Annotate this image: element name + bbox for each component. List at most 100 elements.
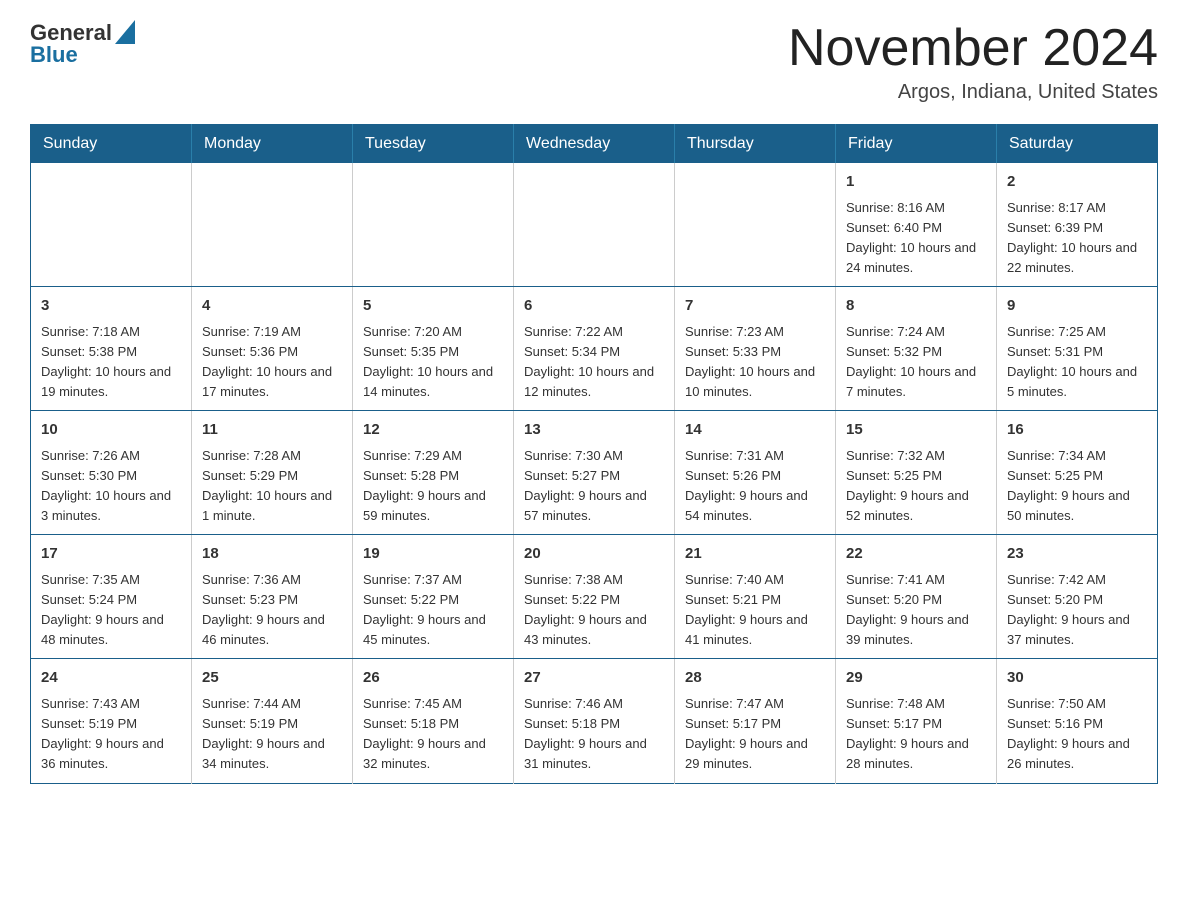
day-info: Sunrise: 7:19 AM Sunset: 5:36 PM Dayligh… bbox=[202, 322, 342, 403]
day-number: 9 bbox=[1007, 295, 1147, 318]
calendar-cell-w4-d2: 18 Sunrise: 7:36 AM Sunset: 5:23 PM Dayli… bbox=[192, 535, 353, 659]
day-number: 25 bbox=[202, 667, 342, 690]
calendar-cell-w2-d3: 5 Sunrise: 7:20 AM Sunset: 5:35 PM Daylig… bbox=[353, 287, 514, 411]
day-info: Sunrise: 7:31 AM Sunset: 5:26 PM Dayligh… bbox=[685, 446, 825, 527]
calendar-cell-w4-d7: 23 Sunrise: 7:42 AM Sunset: 5:20 PM Dayli… bbox=[997, 535, 1158, 659]
calendar-cell-w2-d7: 9 Sunrise: 7:25 AM Sunset: 5:31 PM Daylig… bbox=[997, 287, 1158, 411]
calendar-cell-w1-d7: 2 Sunrise: 8:17 AM Sunset: 6:39 PM Daylig… bbox=[997, 163, 1158, 287]
day-number: 30 bbox=[1007, 667, 1147, 690]
calendar-cell-w5-d2: 25 Sunrise: 7:44 AM Sunset: 5:19 PM Dayli… bbox=[192, 659, 353, 783]
day-info: Sunrise: 7:46 AM Sunset: 5:18 PM Dayligh… bbox=[524, 694, 664, 775]
day-number: 10 bbox=[41, 419, 181, 442]
day-info: Sunrise: 7:29 AM Sunset: 5:28 PM Dayligh… bbox=[363, 446, 503, 527]
day-number: 27 bbox=[524, 667, 664, 690]
calendar-week-1: 1 Sunrise: 8:16 AM Sunset: 6:40 PM Daylig… bbox=[31, 163, 1158, 287]
day-number: 12 bbox=[363, 419, 503, 442]
calendar-cell-w1-d3 bbox=[353, 163, 514, 287]
day-number: 23 bbox=[1007, 543, 1147, 566]
calendar-title: November 2024 bbox=[788, 20, 1158, 77]
day-number: 21 bbox=[685, 543, 825, 566]
day-info: Sunrise: 7:50 AM Sunset: 5:16 PM Dayligh… bbox=[1007, 694, 1147, 775]
calendar-cell-w2-d4: 6Sunrise: 7:22 AM Sunset: 5:34 PM Daylig… bbox=[514, 287, 675, 411]
day-info: Sunrise: 7:40 AM Sunset: 5:21 PM Dayligh… bbox=[685, 570, 825, 651]
calendar-cell-w3-d3: 12 Sunrise: 7:29 AM Sunset: 5:28 PM Dayli… bbox=[353, 411, 514, 535]
calendar-cell-w4-d1: 17Sunrise: 7:35 AM Sunset: 5:24 PM Dayli… bbox=[31, 535, 192, 659]
day-number: 15 bbox=[846, 419, 986, 442]
day-number: 13 bbox=[524, 419, 664, 442]
header-thursday: Thursday bbox=[675, 125, 836, 164]
calendar-week-5: 24 Sunrise: 7:43 AM Sunset: 5:19 PM Dayli… bbox=[31, 659, 1158, 783]
calendar-week-4: 17Sunrise: 7:35 AM Sunset: 5:24 PM Dayli… bbox=[31, 535, 1158, 659]
day-number: 28 bbox=[685, 667, 825, 690]
calendar-cell-w2-d6: 8 Sunrise: 7:24 AM Sunset: 5:32 PM Daylig… bbox=[836, 287, 997, 411]
calendar-title-area: November 2024 Argos, Indiana, United Sta… bbox=[788, 20, 1158, 104]
day-info: Sunrise: 7:36 AM Sunset: 5:23 PM Dayligh… bbox=[202, 570, 342, 651]
header-tuesday: Tuesday bbox=[353, 125, 514, 164]
day-number: 29 bbox=[846, 667, 986, 690]
day-info: Sunrise: 7:28 AM Sunset: 5:29 PM Dayligh… bbox=[202, 446, 342, 527]
day-info: Sunrise: 7:23 AM Sunset: 5:33 PM Dayligh… bbox=[685, 322, 825, 403]
calendar-cell-w5-d5: 28 Sunrise: 7:47 AM Sunset: 5:17 PM Dayli… bbox=[675, 659, 836, 783]
page-header: General Blue November 2024 Argos, Indian… bbox=[30, 20, 1158, 104]
day-info: Sunrise: 7:30 AM Sunset: 5:27 PM Dayligh… bbox=[524, 446, 664, 527]
calendar-cell-w4-d3: 19Sunrise: 7:37 AM Sunset: 5:22 PM Dayli… bbox=[353, 535, 514, 659]
calendar-cell-w5-d7: 30 Sunrise: 7:50 AM Sunset: 5:16 PM Dayli… bbox=[997, 659, 1158, 783]
day-info: Sunrise: 7:24 AM Sunset: 5:32 PM Dayligh… bbox=[846, 322, 986, 403]
calendar-cell-w5-d1: 24 Sunrise: 7:43 AM Sunset: 5:19 PM Dayli… bbox=[31, 659, 192, 783]
calendar-table: Sunday Monday Tuesday Wednesday Thursday… bbox=[30, 124, 1158, 783]
header-monday: Monday bbox=[192, 125, 353, 164]
header-friday: Friday bbox=[836, 125, 997, 164]
day-info: Sunrise: 7:38 AM Sunset: 5:22 PM Dayligh… bbox=[524, 570, 664, 651]
header-wednesday: Wednesday bbox=[514, 125, 675, 164]
calendar-cell-w4-d5: 21 Sunrise: 7:40 AM Sunset: 5:21 PM Dayli… bbox=[675, 535, 836, 659]
day-number: 24 bbox=[41, 667, 181, 690]
day-info: Sunrise: 7:43 AM Sunset: 5:19 PM Dayligh… bbox=[41, 694, 181, 775]
calendar-cell-w2-d5: 7 Sunrise: 7:23 AM Sunset: 5:33 PM Daylig… bbox=[675, 287, 836, 411]
calendar-cell-w1-d5 bbox=[675, 163, 836, 287]
header-saturday: Saturday bbox=[997, 125, 1158, 164]
day-info: Sunrise: 8:16 AM Sunset: 6:40 PM Dayligh… bbox=[846, 198, 986, 279]
day-number: 22 bbox=[846, 543, 986, 566]
header-sunday: Sunday bbox=[31, 125, 192, 164]
day-info: Sunrise: 7:34 AM Sunset: 5:25 PM Dayligh… bbox=[1007, 446, 1147, 527]
day-info: Sunrise: 7:45 AM Sunset: 5:18 PM Dayligh… bbox=[363, 694, 503, 775]
day-info: Sunrise: 7:26 AM Sunset: 5:30 PM Dayligh… bbox=[41, 446, 181, 527]
day-info: Sunrise: 8:17 AM Sunset: 6:39 PM Dayligh… bbox=[1007, 198, 1147, 279]
day-info: Sunrise: 7:41 AM Sunset: 5:20 PM Dayligh… bbox=[846, 570, 986, 651]
day-info: Sunrise: 7:47 AM Sunset: 5:17 PM Dayligh… bbox=[685, 694, 825, 775]
calendar-cell-w1-d1 bbox=[31, 163, 192, 287]
calendar-cell-w3-d2: 11 Sunrise: 7:28 AM Sunset: 5:29 PM Dayli… bbox=[192, 411, 353, 535]
calendar-cell-w5-d3: 26 Sunrise: 7:45 AM Sunset: 5:18 PM Dayli… bbox=[353, 659, 514, 783]
day-number: 8 bbox=[846, 295, 986, 318]
day-number: 4 bbox=[202, 295, 342, 318]
calendar-subtitle: Argos, Indiana, United States bbox=[788, 81, 1158, 104]
calendar-week-3: 10 Sunrise: 7:26 AM Sunset: 5:30 PM Dayli… bbox=[31, 411, 1158, 535]
day-number: 11 bbox=[202, 419, 342, 442]
day-number: 26 bbox=[363, 667, 503, 690]
calendar-cell-w3-d4: 13 Sunrise: 7:30 AM Sunset: 5:27 PM Dayli… bbox=[514, 411, 675, 535]
calendar-cell-w4-d4: 20 Sunrise: 7:38 AM Sunset: 5:22 PM Dayli… bbox=[514, 535, 675, 659]
day-info: Sunrise: 7:42 AM Sunset: 5:20 PM Dayligh… bbox=[1007, 570, 1147, 651]
day-number: 7 bbox=[685, 295, 825, 318]
day-number: 16 bbox=[1007, 419, 1147, 442]
calendar-cell-w2-d1: 3Sunrise: 7:18 AM Sunset: 5:38 PM Daylig… bbox=[31, 287, 192, 411]
day-number: 5 bbox=[363, 295, 503, 318]
calendar-week-2: 3Sunrise: 7:18 AM Sunset: 5:38 PM Daylig… bbox=[31, 287, 1158, 411]
day-info: Sunrise: 7:32 AM Sunset: 5:25 PM Dayligh… bbox=[846, 446, 986, 527]
day-number: 19 bbox=[363, 543, 503, 566]
day-info: Sunrise: 7:48 AM Sunset: 5:17 PM Dayligh… bbox=[846, 694, 986, 775]
day-info: Sunrise: 7:44 AM Sunset: 5:19 PM Dayligh… bbox=[202, 694, 342, 775]
day-number: 2 bbox=[1007, 171, 1147, 194]
day-number: 1 bbox=[846, 171, 986, 194]
day-number: 20 bbox=[524, 543, 664, 566]
calendar-cell-w3-d6: 15 Sunrise: 7:32 AM Sunset: 5:25 PM Dayli… bbox=[836, 411, 997, 535]
day-info: Sunrise: 7:25 AM Sunset: 5:31 PM Dayligh… bbox=[1007, 322, 1147, 403]
day-info: Sunrise: 7:20 AM Sunset: 5:35 PM Dayligh… bbox=[363, 322, 503, 403]
calendar-cell-w5-d4: 27 Sunrise: 7:46 AM Sunset: 5:18 PM Dayli… bbox=[514, 659, 675, 783]
calendar-cell-w2-d2: 4 Sunrise: 7:19 AM Sunset: 5:36 PM Daylig… bbox=[192, 287, 353, 411]
calendar-cell-w3-d1: 10 Sunrise: 7:26 AM Sunset: 5:30 PM Dayli… bbox=[31, 411, 192, 535]
calendar-cell-w3-d5: 14Sunrise: 7:31 AM Sunset: 5:26 PM Dayli… bbox=[675, 411, 836, 535]
day-info: Sunrise: 7:35 AM Sunset: 5:24 PM Dayligh… bbox=[41, 570, 181, 651]
day-number: 6 bbox=[524, 295, 664, 318]
day-number: 18 bbox=[202, 543, 342, 566]
